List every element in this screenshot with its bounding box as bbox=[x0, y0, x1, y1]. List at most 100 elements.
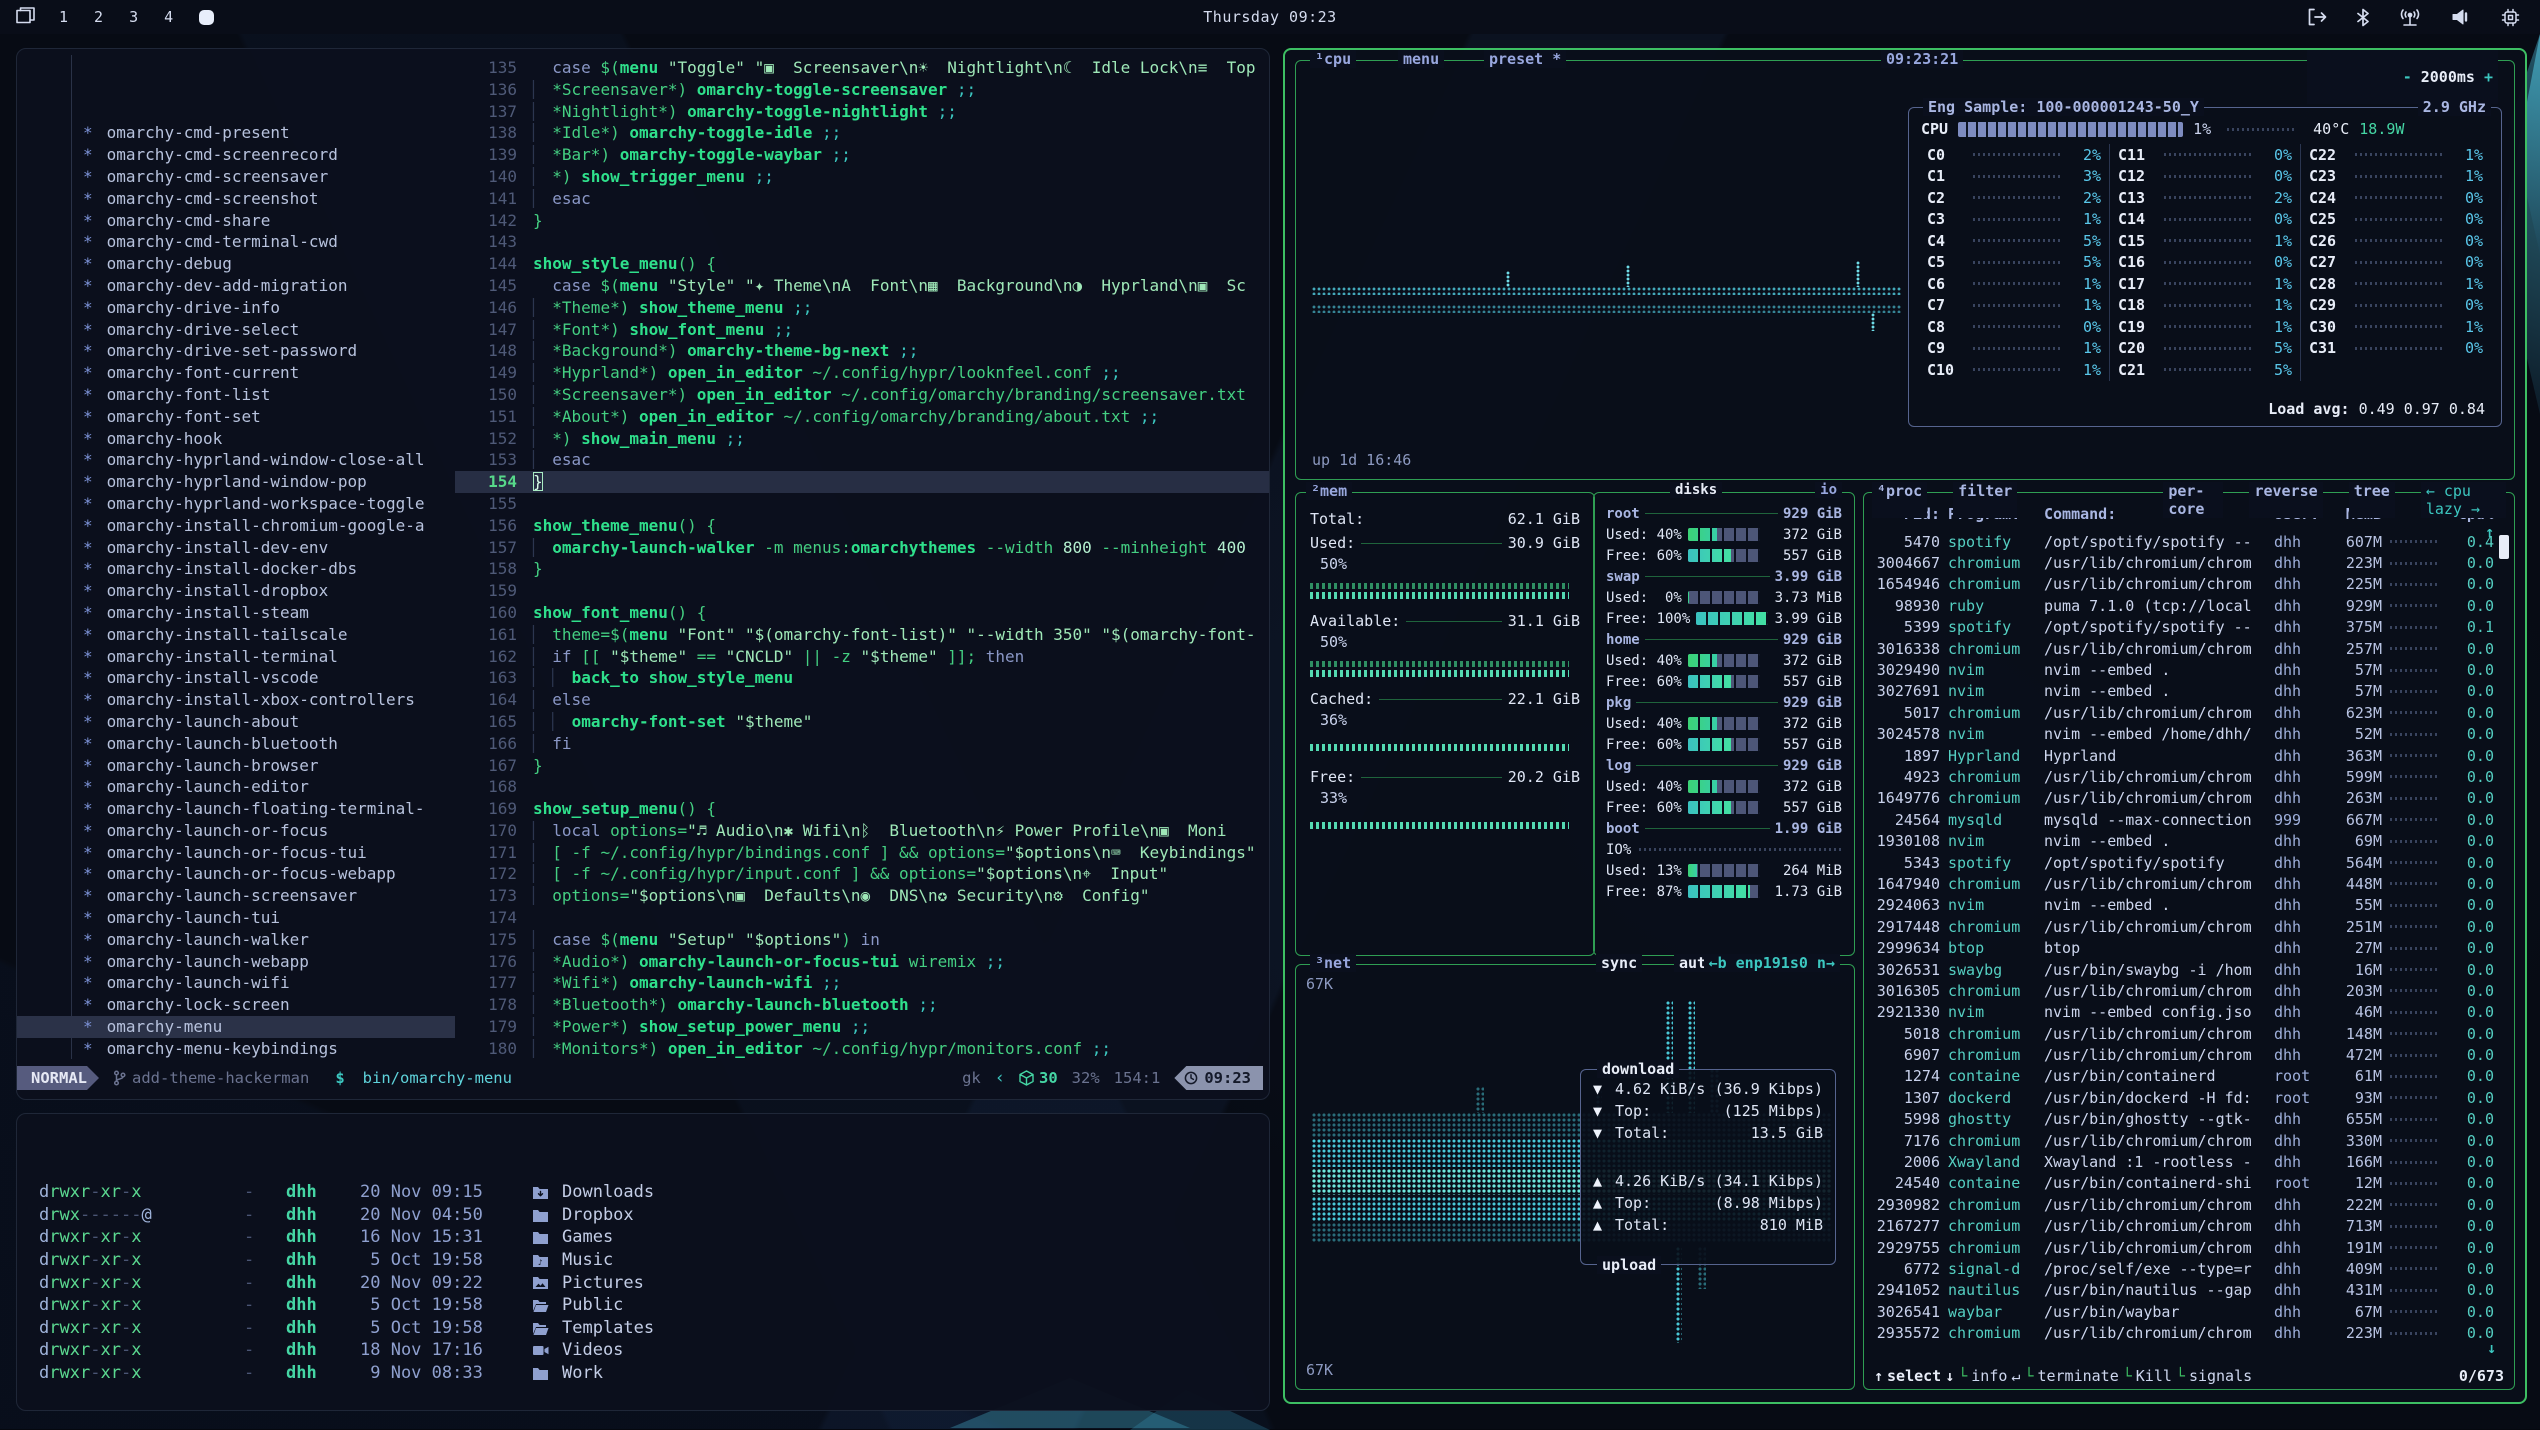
process-row[interactable]: 2921330nvimnvim --embed config.jsodhh46M… bbox=[1874, 1002, 2494, 1023]
proc-tree-toggle[interactable]: tree bbox=[2349, 482, 2395, 518]
file-list-item[interactable]: *omarchy-install-dropbox bbox=[17, 580, 455, 602]
process-row[interactable]: 3026531swaybg/usr/bin/swaybg -i /homdhh1… bbox=[1874, 959, 2494, 980]
code-line[interactable]: 154} bbox=[455, 471, 1269, 493]
code-line[interactable]: 159 bbox=[455, 580, 1269, 602]
directory-name[interactable]: Dropbox bbox=[562, 1204, 634, 1227]
terminate-hint[interactable]: terminate bbox=[2037, 1367, 2118, 1385]
code-line[interactable]: 177▏ *Wifi*) omarchy-launch-wifi ;; bbox=[455, 972, 1269, 994]
code-line[interactable]: 142} bbox=[455, 210, 1269, 232]
file-list-item[interactable]: *omarchy-menu bbox=[17, 1016, 455, 1038]
tab-io[interactable]: io bbox=[1815, 482, 1842, 498]
file-list-item[interactable]: *omarchy-dev-add-migration bbox=[17, 275, 455, 297]
process-row[interactable]: 4923chromium/usr/lib/chromium/chromdhh59… bbox=[1874, 766, 2494, 787]
file-list-item[interactable]: *omarchy-lock-screen bbox=[17, 994, 455, 1016]
process-row[interactable]: 98930rubypuma 7.1.0 (tcp://localdhh929M0… bbox=[1874, 595, 2494, 616]
process-row[interactable]: 7176chromium/usr/lib/chromium/chromdhh33… bbox=[1874, 1130, 2494, 1151]
directory-name[interactable]: Pictures bbox=[562, 1272, 644, 1295]
tab-disks[interactable]: disks bbox=[1670, 482, 1722, 498]
process-row[interactable]: 2941052nautilus/usr/bin/nautilus --gapdh… bbox=[1874, 1280, 2494, 1301]
code-line[interactable]: 139▏ *Bar*) omarchy-toggle-waybar ;; bbox=[455, 144, 1269, 166]
info-hint[interactable]: info bbox=[1971, 1367, 2007, 1385]
file-list-item[interactable]: *omarchy-cmd-terminal-cwd bbox=[17, 231, 455, 253]
code-line[interactable]: 172▏ [ -f ~/.config/hypr/input.conf ] &&… bbox=[455, 863, 1269, 885]
process-row[interactable]: 1647940chromium/usr/lib/chromium/chromdh… bbox=[1874, 873, 2494, 894]
proc-sort-selector[interactable]: ← cpu lazy → bbox=[2421, 482, 2506, 518]
file-list-item[interactable]: *omarchy-launch-wifi bbox=[17, 972, 455, 994]
code-line[interactable]: 137▏ *Nightlight*) omarchy-toggle-nightl… bbox=[455, 101, 1269, 123]
preset-button[interactable]: preset * bbox=[1484, 50, 1566, 68]
code-line[interactable]: 166▏ fi bbox=[455, 733, 1269, 755]
code-line[interactable]: 175▏ case $(menu "Setup" "$options") in bbox=[455, 929, 1269, 951]
code-line[interactable]: 164▏ else bbox=[455, 689, 1269, 711]
code-line[interactable]: 167} bbox=[455, 755, 1269, 777]
process-row[interactable]: 2930982chromium/usr/lib/chromium/chromdh… bbox=[1874, 1194, 2494, 1215]
code-line[interactable]: 169show_setup_menu() { bbox=[455, 798, 1269, 820]
file-list-item[interactable]: *omarchy-font-current bbox=[17, 362, 455, 384]
directory-name[interactable]: Work bbox=[562, 1362, 603, 1385]
tab-mem[interactable]: ²mem bbox=[1306, 482, 1352, 500]
process-row[interactable]: 5017chromium/usr/lib/chromium/chromdhh62… bbox=[1874, 702, 2494, 723]
code-line[interactable]: 176▏ *Audio*) omarchy-launch-or-focus-tu… bbox=[455, 951, 1269, 973]
file-list-item[interactable]: *omarchy-hyprland-window-pop bbox=[17, 471, 455, 493]
process-row[interactable]: 6772signal-d/proc/self/exe --type=rdhh40… bbox=[1874, 1258, 2494, 1279]
process-row[interactable]: 2917448chromium/usr/lib/chromium/chromdh… bbox=[1874, 916, 2494, 937]
menu-button[interactable]: menu bbox=[1398, 50, 1444, 68]
kill-hint[interactable]: Kill bbox=[2136, 1367, 2172, 1385]
code-line[interactable]: 138▏ *Idle*) omarchy-toggle-idle ;; bbox=[455, 122, 1269, 144]
process-row[interactable]: 3004667chromium/usr/lib/chromium/chromdh… bbox=[1874, 552, 2494, 573]
net-tab-sync[interactable]: sync bbox=[1596, 954, 1642, 972]
process-row[interactable]: 5399spotify/opt/spotify/spotify --dhh375… bbox=[1874, 617, 2494, 638]
code-line[interactable]: 150▏ *Screensaver*) open_in_editor ~/.co… bbox=[455, 384, 1269, 406]
process-row[interactable]: 1654946chromium/usr/lib/chromium/chromdh… bbox=[1874, 574, 2494, 595]
file-list-item[interactable]: *omarchy-drive-set-password bbox=[17, 340, 455, 362]
process-row[interactable]: 1897HyprlandHyprlanddhh363M0.0 bbox=[1874, 745, 2494, 766]
code-line[interactable]: 152▏ *) show_main_menu ;; bbox=[455, 428, 1269, 450]
proc-percore-toggle[interactable]: per-core bbox=[2163, 482, 2223, 518]
file-list-item[interactable]: *omarchy-cmd-present bbox=[17, 122, 455, 144]
code-line[interactable]: 149▏ *Hyprland*) open_in_editor ~/.confi… bbox=[455, 362, 1269, 384]
code-line[interactable]: 155 bbox=[455, 493, 1269, 515]
code-line[interactable]: 161▏ theme=$(menu "Font" "$(omarchy-font… bbox=[455, 624, 1269, 646]
process-row[interactable]: 5343spotify/opt/spotify/spotifydhh564M0.… bbox=[1874, 852, 2494, 873]
process-row[interactable]: 2929755chromium/usr/lib/chromium/chromdh… bbox=[1874, 1237, 2494, 1258]
process-row[interactable]: 24540containe/usr/bin/containerd-shiroot… bbox=[1874, 1173, 2494, 1194]
file-list-item[interactable]: *omarchy-install-steam bbox=[17, 602, 455, 624]
code-line[interactable]: 147▏ *Font*) show_font_menu ;; bbox=[455, 319, 1269, 341]
code-line[interactable]: 163▏ ▏ back_to show_style_menu bbox=[455, 667, 1269, 689]
process-row[interactable]: 3029490nvimnvim --embed .dhh57M0.0 bbox=[1874, 659, 2494, 680]
code-line[interactable]: 160show_font_menu() { bbox=[455, 602, 1269, 624]
code-line[interactable]: 179▏ *Power*) show_setup_power_menu ;; bbox=[455, 1016, 1269, 1038]
file-list-item[interactable]: *omarchy-font-set bbox=[17, 406, 455, 428]
code-line[interactable]: 135 case $(menu "Toggle" "▣ Screensaver\… bbox=[455, 57, 1269, 79]
file-list-item[interactable]: *omarchy-install-dev-env bbox=[17, 537, 455, 559]
file-list-item[interactable]: *omarchy-launch-floating-terminal- bbox=[17, 798, 455, 820]
file-list-item[interactable]: *omarchy-launch-about bbox=[17, 711, 455, 733]
bluetooth-icon[interactable] bbox=[2357, 8, 2369, 27]
process-row[interactable]: 1307dockerd/usr/bin/dockerd -H fd:root93… bbox=[1874, 1087, 2494, 1108]
code-line[interactable]: 140▏ *) show_trigger_menu ;; bbox=[455, 166, 1269, 188]
net-interface-switcher[interactable]: ←b enp191s0 n→ bbox=[1704, 954, 1840, 972]
file-list-item[interactable]: *omarchy-cmd-screenrecord bbox=[17, 144, 455, 166]
file-list-item[interactable]: *omarchy-install-chromium-google-a bbox=[17, 515, 455, 537]
code-line[interactable]: 153▏ esac bbox=[455, 449, 1269, 471]
code-line[interactable]: 165▏ ▏ omarchy-font-set "$theme" bbox=[455, 711, 1269, 733]
directory-name[interactable]: Downloads bbox=[562, 1181, 654, 1204]
directory-name[interactable]: Public bbox=[562, 1294, 623, 1317]
code-line[interactable]: 143 bbox=[455, 231, 1269, 253]
process-row[interactable]: 2006XwaylandXwayland :1 -rootless -dhh16… bbox=[1874, 1151, 2494, 1172]
process-row[interactable]: 3027691nvimnvim --embed .dhh57M0.0 bbox=[1874, 681, 2494, 702]
code-line[interactable]: 170▏ local options="♬ Audio\n✱ Wifi\nᛒ B… bbox=[455, 820, 1269, 842]
tab-proc[interactable]: ⁴proc bbox=[1872, 482, 1927, 518]
process-row[interactable]: 5998ghostty/usr/bin/ghostty --gtk-dhh655… bbox=[1874, 1109, 2494, 1130]
code-line[interactable]: 146▏ *Theme*) show_theme_menu ;; bbox=[455, 297, 1269, 319]
file-list-item[interactable]: *omarchy-launch-browser bbox=[17, 755, 455, 777]
code-line[interactable]: 158} bbox=[455, 558, 1269, 580]
directory-name[interactable]: Videos bbox=[562, 1339, 623, 1362]
file-list-item[interactable]: *omarchy-hyprland-workspace-toggle bbox=[17, 493, 455, 515]
btop-window[interactable]: ¹cpu menu preset * 09:23:21 - 2000ms + E… bbox=[1283, 48, 2527, 1404]
code-line[interactable]: 174 bbox=[455, 907, 1269, 929]
file-list-item[interactable]: *omarchy-install-vscode bbox=[17, 667, 455, 689]
code-line[interactable]: 136▏ *Screensaver*) omarchy-toggle-scree… bbox=[455, 79, 1269, 101]
volume-icon[interactable] bbox=[2451, 8, 2471, 26]
file-list-item[interactable]: *omarchy-drive-select bbox=[17, 319, 455, 341]
